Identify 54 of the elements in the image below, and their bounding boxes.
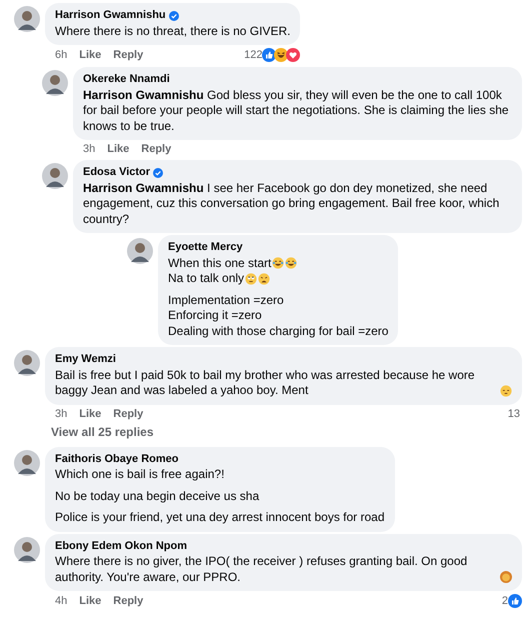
comment-text: Enforcing it =zero: [168, 308, 262, 324]
reaction-count[interactable]: 13: [508, 408, 520, 420]
avatar[interactable]: [14, 6, 40, 32]
verified-badge-icon: [153, 168, 164, 178]
author-name[interactable]: Eyoette Mercy: [168, 240, 243, 256]
comment-text: Implementation =zero: [168, 292, 284, 308]
author-name[interactable]: Faithoris Obaye Romeo: [55, 452, 178, 467]
comment-text: Bail is free but I paid 50k to bail my brother who was arrested because he wore baggy Jean and was labeled a yahoo boy. Ment: [55, 368, 476, 398]
view-replies-link[interactable]: View all 25 replies: [45, 422, 522, 444]
reply-link[interactable]: Reply: [113, 408, 144, 420]
comment-time[interactable]: 3h: [83, 143, 96, 155]
comment-text: Na to talk only: [168, 271, 244, 286]
weary-face-emoji-icon: [258, 272, 270, 284]
comment-text: Where there is no threat, there is no GIVER.: [55, 24, 290, 39]
avatar[interactable]: [14, 536, 40, 562]
laughing-tears-emoji-icon: [272, 257, 284, 269]
comment-text: No be today una begin deceive us sha: [55, 488, 260, 504]
author-name[interactable]: Edosa Victor: [83, 165, 150, 180]
comment-text: When this one start: [168, 256, 272, 271]
reply-link[interactable]: Reply: [113, 49, 144, 61]
reply-link[interactable]: Reply: [113, 595, 144, 607]
avatar[interactable]: [42, 70, 68, 96]
avatar[interactable]: [14, 350, 40, 376]
rolling-laughing-emoji-icon: [285, 257, 298, 269]
like-reaction-icon[interactable]: [508, 594, 522, 608]
avatar[interactable]: [127, 238, 153, 264]
comment-text: Which one is bail is free again?!: [55, 467, 224, 482]
author-name[interactable]: Harrison Gwamnishu: [55, 8, 166, 24]
haha-reaction-icon[interactable]: [274, 48, 288, 62]
author-name[interactable]: Okereke Nnamdi: [83, 72, 170, 88]
like-link[interactable]: Like: [107, 143, 130, 155]
like-link[interactable]: Like: [79, 408, 102, 420]
avatar[interactable]: [42, 163, 68, 189]
reaction-count[interactable]: 122: [244, 49, 262, 61]
comment-text: Dealing with those charging for bail =zero: [168, 324, 388, 339]
like-link[interactable]: Like: [79, 595, 102, 607]
comment-text: Police is your friend, yet una dey arrest innocent boys for road: [55, 510, 385, 526]
author-name[interactable]: Emy Wemzi: [55, 352, 116, 368]
author-name[interactable]: Ebony Edem Okon Npom: [55, 538, 188, 554]
eye-roll-emoji-icon: [245, 272, 258, 284]
reaction-count[interactable]: 2: [502, 595, 508, 607]
like-reaction-icon[interactable]: [262, 48, 276, 62]
comment-time[interactable]: 4h: [55, 595, 68, 607]
comment-time[interactable]: 3h: [55, 408, 68, 420]
comment-text: Harrison Gwamnishu God bless you sir, they will even be the one to call 100k for bail before your people will start the negotiations. She is claiming the lies she knows to be true.: [83, 88, 510, 134]
verified-badge-icon: [168, 10, 179, 21]
like-link[interactable]: Like: [79, 49, 102, 61]
pensive-face-emoji-icon: [500, 384, 512, 396]
comment-time[interactable]: 6h: [55, 49, 68, 61]
reply-link[interactable]: Reply: [141, 143, 172, 155]
comment-text: Harrison Gwamnishu I see her Facebook go don dey monetized, she need engagement, cuz this conversation go bring engagement. Bail free koor, which country?: [83, 180, 500, 227]
love-reaction-icon[interactable]: [286, 48, 300, 62]
avatar[interactable]: [14, 450, 40, 476]
comment-text: Where there is no giver, the IPO( the receiver ) refuses granting bail. On good authority. You're aware, our PPRO.: [55, 554, 468, 585]
